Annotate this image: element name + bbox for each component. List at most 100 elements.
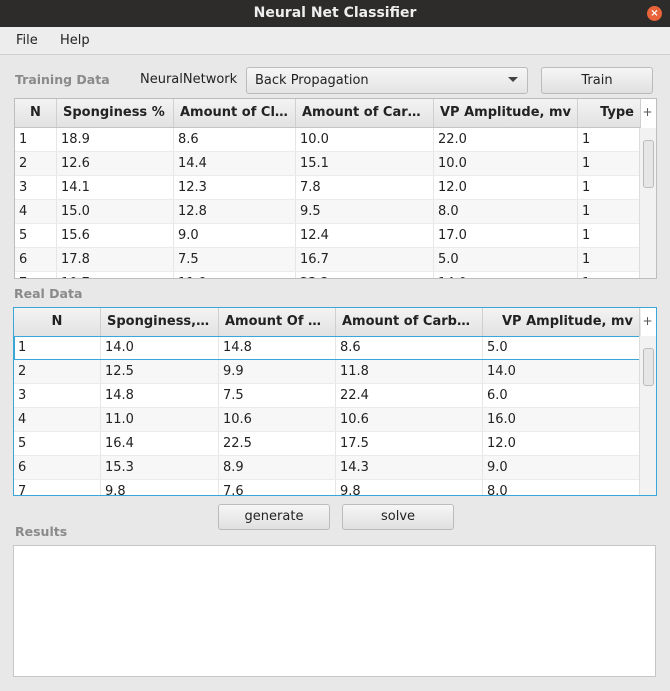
table-row[interactable]: 7 9.8 7.6 9.8 8.0 [14, 480, 640, 495]
training-scrollbar[interactable] [639, 128, 656, 278]
column-header[interactable]: Amount Of C... [219, 308, 336, 336]
table-cell: 8.6 [336, 336, 483, 359]
table-cell: 12.6 [57, 152, 174, 175]
chevron-down-icon [508, 77, 518, 82]
menu-file[interactable]: File [16, 33, 38, 48]
table-row[interactable]: 4 15.0 12.8 9.5 8.0 1 [15, 200, 641, 224]
neural-network-select[interactable]: Back Propagation [246, 67, 528, 94]
scroll-thumb[interactable] [643, 140, 654, 188]
table-cell: 5 [15, 224, 57, 247]
table-cell: 9.0 [174, 224, 296, 247]
table-cell: 7 [14, 480, 101, 495]
table-row[interactable]: 3 14.1 12.3 7.8 12.0 1 [15, 176, 641, 200]
table-cell: 6 [15, 248, 57, 271]
table-cell: 3 [14, 384, 101, 407]
table-cell: 12.8 [174, 200, 296, 223]
table-cell: 9.5 [296, 200, 434, 223]
menu-help[interactable]: Help [60, 33, 90, 48]
table-cell: 14.1 [57, 176, 174, 199]
table-cell: 18.9 [57, 128, 174, 151]
table-cell: 1 [15, 128, 57, 151]
table-cell: 5.0 [434, 248, 578, 271]
table-cell: 15.1 [296, 152, 434, 175]
table-cell: 15.0 [57, 200, 174, 223]
column-header[interactable]: Amount of Carbo... [336, 308, 483, 336]
table-cell: 6 [14, 456, 101, 479]
table-cell: 7.6 [219, 480, 336, 495]
table-cell: 15.6 [57, 224, 174, 247]
column-header[interactable]: N [15, 99, 57, 127]
generate-button[interactable]: generate [218, 504, 330, 530]
scroll-thumb[interactable] [643, 348, 654, 386]
table-cell: 17.0 [434, 224, 578, 247]
column-header[interactable]: Amount of Cl... [174, 99, 296, 127]
training-table[interactable]: N Sponginess % Amount of Cl... Amount of Ca… [14, 98, 657, 279]
table-row[interactable]: 1 14.0 14.8 8.6 5.0 [14, 336, 640, 360]
table-cell: 1 [578, 248, 641, 271]
column-header[interactable]: VP Amplitude, mv [434, 99, 578, 127]
table-cell: 5 [14, 432, 101, 455]
table-cell: 17.8 [57, 248, 174, 271]
table-row[interactable]: 6 17.8 7.5 16.7 5.0 1 [15, 248, 641, 272]
table-row[interactable]: 2 12.6 14.4 15.1 10.0 1 [15, 152, 641, 176]
table-cell: 1 [578, 272, 641, 278]
table-row[interactable]: 5 15.6 9.0 12.4 17.0 1 [15, 224, 641, 248]
column-header[interactable]: Amount of Carb... [296, 99, 434, 127]
column-header[interactable]: Type [578, 99, 641, 127]
table-cell: 2 [14, 360, 101, 383]
column-menu-icon[interactable]: + [639, 99, 656, 128]
table-row[interactable]: 4 11.0 10.6 10.6 16.0 [14, 408, 640, 432]
table-cell: 9.9 [219, 360, 336, 383]
table-cell: 15.3 [101, 456, 219, 479]
title-bar: Neural Net Classifier × [0, 0, 670, 27]
table-cell: 4 [14, 408, 101, 431]
table-cell: 22.5 [219, 432, 336, 455]
table-cell: 7.8 [296, 176, 434, 199]
table-cell: 14.0 [101, 336, 219, 359]
table-cell: 3 [15, 176, 57, 199]
solve-button[interactable]: solve [342, 504, 454, 530]
table-row[interactable]: 3 14.8 7.5 22.4 6.0 [14, 384, 640, 408]
table-cell: 9.0 [483, 456, 640, 479]
column-header[interactable]: VP Amplitude, mv [483, 308, 640, 336]
table-cell: 14.3 [336, 456, 483, 479]
column-menu-icon[interactable]: + [639, 308, 656, 337]
table-row[interactable]: 6 15.3 8.9 14.3 9.0 [14, 456, 640, 480]
table-cell: 10.0 [296, 128, 434, 151]
table-cell: 5.0 [483, 336, 640, 359]
real-data-scrollbar[interactable] [639, 336, 656, 495]
table-cell: 10.0 [434, 152, 578, 175]
table-cell: 12.0 [483, 432, 640, 455]
table-cell: 1 [578, 224, 641, 247]
table-cell: 14.4 [174, 152, 296, 175]
column-header[interactable]: Sponginess % [57, 99, 174, 127]
close-icon[interactable]: × [647, 6, 662, 21]
table-cell: 10.6 [219, 408, 336, 431]
table-cell: 8.6 [174, 128, 296, 151]
menu-bar: File Help [0, 27, 670, 55]
train-button[interactable]: Train [541, 67, 653, 94]
table-cell: 11.8 [336, 360, 483, 383]
table-row[interactable]: 1 18.9 8.6 10.0 22.0 1 [15, 128, 641, 152]
real-data-table[interactable]: N Sponginess, % Amount Of C... Amount of Ca… [13, 307, 657, 496]
table-cell: 22.4 [336, 384, 483, 407]
table-row[interactable]: 710.711.923.214.01 [15, 272, 641, 278]
table-cell: 7.5 [174, 248, 296, 271]
results-textarea[interactable] [13, 545, 656, 677]
training-data-label: Training Data [15, 72, 110, 87]
column-header[interactable]: Sponginess, % [101, 308, 219, 336]
table-cell: 1 [14, 336, 101, 359]
table-cell: 2 [15, 152, 57, 175]
table-row[interactable]: 5 16.4 22.5 17.5 12.0 [14, 432, 640, 456]
selected-value: Back Propagation [255, 73, 369, 88]
table-cell: 14.8 [101, 384, 219, 407]
table-row[interactable]: 2 12.5 9.9 11.8 14.0 [14, 360, 640, 384]
window-title: Neural Net Classifier [253, 5, 417, 21]
table-cell: 8.9 [219, 456, 336, 479]
column-header[interactable]: N [14, 308, 101, 336]
results-label: Results [15, 524, 68, 539]
table-cell: 17.5 [336, 432, 483, 455]
table-cell: 1 [578, 128, 641, 151]
table-cell: 12.5 [101, 360, 219, 383]
table-cell: 8.0 [434, 200, 578, 223]
